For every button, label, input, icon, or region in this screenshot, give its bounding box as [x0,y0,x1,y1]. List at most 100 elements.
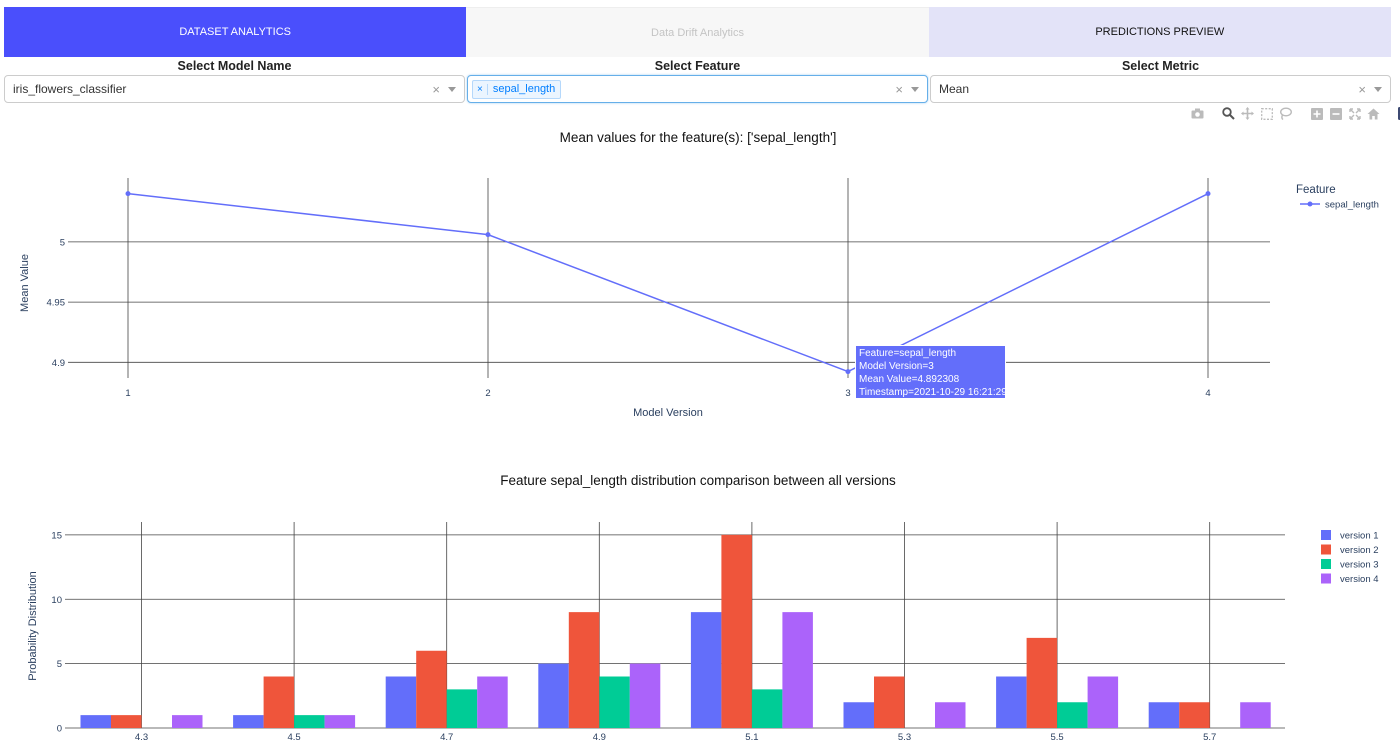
y-tick-label: 4.95 [47,298,66,309]
data-point[interactable] [845,369,851,375]
x-axis-label: Model Version [633,407,703,419]
bar[interactable] [1240,702,1271,728]
metric-select-label: Select Metric [1121,59,1200,73]
tab-data-drift-analytics[interactable]: Data Drift Analytics [466,7,929,57]
bar[interactable] [874,676,905,729]
mean-line-chart: Mean values for the feature(s): ['sepal_… [19,130,1379,419]
x-tick-label: 5.1 [745,732,758,743]
legend-item[interactable]: version 4 [1321,573,1379,586]
chevron-down-icon[interactable] [448,86,456,92]
model-dropdown[interactable]: iris_flowers_classifier × [4,75,465,103]
y-tick-label: 5 [60,237,65,248]
y-tick-label: 4.9 [52,358,65,369]
metric-dropdown[interactable]: Mean × [930,75,1391,103]
y-tick-label: 0 [57,724,62,735]
bar[interactable] [1057,702,1088,728]
tooltip-line: Mean Value=4.892308 [859,374,960,385]
model-selector: Select Model Name iris_flowers_classifie… [4,58,465,103]
bar[interactable] [568,612,600,728]
metric-selector: Select Metric Mean × [930,58,1391,103]
bar[interactable] [294,715,325,728]
chart-title: Mean values for the feature(s): ['sepal_… [560,130,837,145]
feature-tag: × sepal_length [472,79,562,99]
feature-dropdown[interactable]: × sepal_length × [467,75,928,103]
x-tick-label: 2 [485,388,490,399]
bar[interactable] [416,650,447,728]
metric-dropdown-value: Mean [939,82,970,96]
legend-label: version 2 [1340,545,1379,556]
bar[interactable] [1087,676,1119,729]
legend-swatch [1321,530,1331,540]
feature-tags: × sepal_length [472,79,895,99]
bar[interactable] [1179,702,1210,728]
bar[interactable] [629,663,661,728]
tag-remove-icon[interactable]: × [473,83,488,95]
bar[interactable] [324,715,356,728]
chevron-down-icon[interactable] [1374,86,1382,92]
model-dropdown-value: iris_flowers_classifier [13,82,127,96]
clear-icon[interactable]: × [432,82,440,97]
legend-item[interactable]: version 1 [1321,530,1379,542]
chart-title: Feature sepal_length distribution compar… [500,473,896,488]
bar[interactable] [935,702,966,728]
chevron-down-icon[interactable] [911,86,919,92]
bar[interactable] [782,612,813,728]
data-point[interactable] [1205,191,1211,197]
bar[interactable] [538,663,569,728]
x-tick-label: 4.7 [440,732,453,743]
bar[interactable] [172,715,203,728]
y-axis-label: Mean Value [19,254,31,312]
x-tick-label: 4.5 [287,732,300,743]
tab-dataset-analytics[interactable]: Dataset Analytics [4,7,467,57]
bar[interactable] [385,676,417,729]
bar[interactable] [721,534,752,728]
legend-item[interactable]: version 2 [1321,544,1379,557]
legend-label: version 1 [1340,531,1379,542]
x-tick-label: 5.5 [1050,732,1063,743]
selector-row: Select Model Name iris_flowers_classifie… [4,58,1391,103]
legend-label: version 4 [1340,574,1379,585]
bar[interactable] [751,689,783,728]
series-line [127,192,1209,373]
tooltip-line: Timestamp=2021-10-29 16:21:29 [859,387,1007,398]
data-point[interactable] [125,191,131,197]
clear-icon[interactable]: × [895,82,903,97]
y-tick-label: 5 [57,659,62,670]
y-axis-label: Probability Distribution [27,571,39,680]
legend-item[interactable]: sepal_length [1300,200,1379,211]
tooltip-line: Model Version=3 [859,361,934,372]
feature-select-label: Select Feature [654,59,741,73]
bar[interactable] [996,676,1027,729]
bar[interactable] [80,715,112,728]
bar[interactable] [477,676,508,729]
x-tick-label: 5.7 [1203,732,1216,743]
legend-swatch [1321,544,1331,555]
tooltip-line: Feature=sepal_length [859,348,957,359]
data-point[interactable] [485,232,491,238]
bar[interactable] [263,676,295,729]
bar[interactable] [1148,702,1180,728]
feature-selector: Select Feature × sepal_length × [467,58,928,103]
clear-icon[interactable]: × [1358,82,1366,97]
hover-tooltip: Feature=sepal_length Model Version=3 Mea… [855,345,1007,399]
x-tick-label: 1 [125,388,130,399]
x-tick-label: 3 [845,388,850,399]
bar[interactable] [690,612,722,728]
y-tick-label: 15 [51,530,62,541]
x-tick-label: 4 [1205,388,1210,399]
distribution-bar-chart: Feature sepal_length distribution compar… [27,473,1379,743]
model-select-label: Select Model Name [177,59,292,73]
bar[interactable] [233,715,264,728]
legend-item[interactable]: version 3 [1321,559,1379,571]
bar[interactable] [843,702,875,728]
legend-label: sepal_length [1325,200,1379,211]
feature-tag-label: sepal_length [492,83,556,95]
bar[interactable] [111,715,142,728]
bar[interactable] [1026,637,1058,728]
x-tick-label: 4.9 [593,732,606,743]
bar[interactable] [446,689,478,728]
tab-bar: Dataset Analytics Data Drift Analytics P… [4,7,1391,57]
tab-predictions-preview[interactable]: PREDICTIONS PREVIEW [928,7,1391,57]
y-tick-label: 10 [51,595,62,606]
bar[interactable] [599,676,630,729]
